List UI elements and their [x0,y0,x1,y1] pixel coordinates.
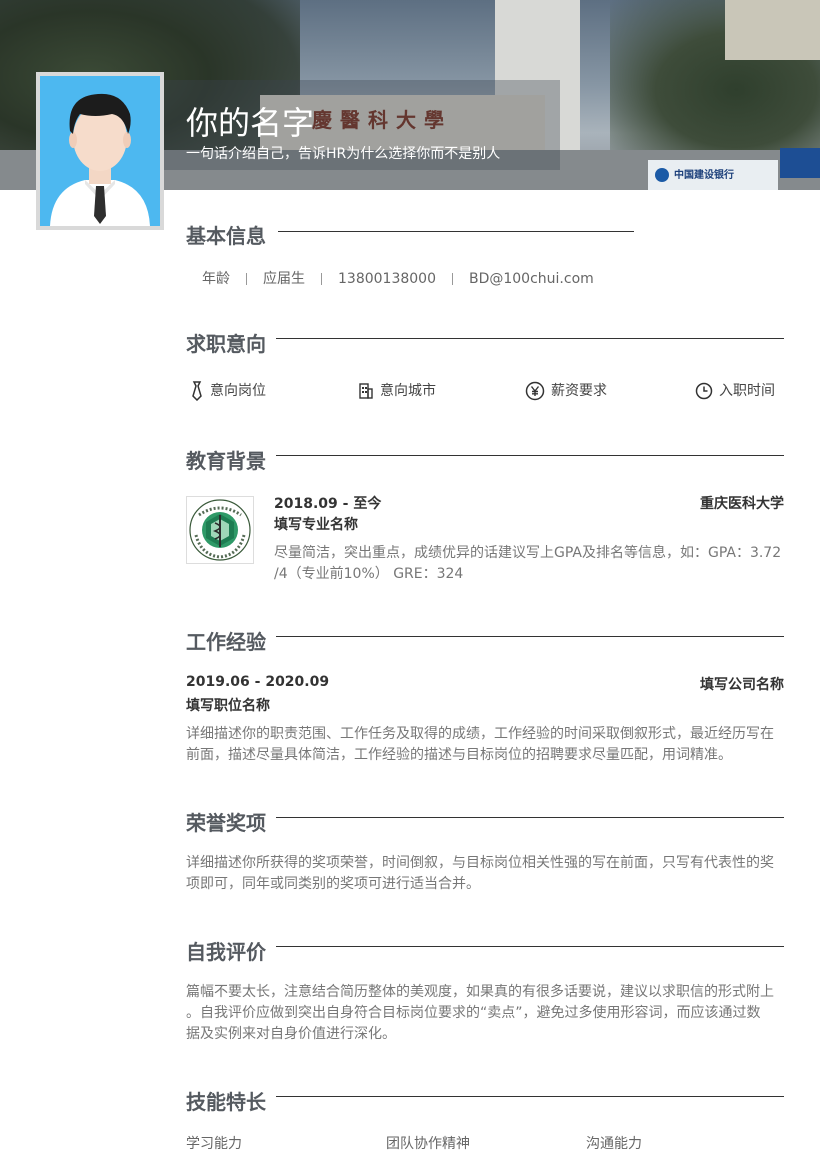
work-position: 填写职位名称 [186,698,270,714]
intent-start-label: 入职时间 [719,383,775,399]
section-divider [278,231,634,232]
divider [451,273,453,285]
edu-school: 重庆医科大学 [700,496,784,512]
section-title-self: 自我评价 [186,940,266,964]
edu-major: 填写专业名称 [274,517,358,533]
basic-info-row: 年龄 应届生 13800138000 BD@100chui.com [202,268,594,288]
tie-icon [192,381,202,402]
phone-field: 13800138000 [338,271,436,287]
section-divider [276,946,784,947]
section-title-skills: 技能特长 [186,1090,266,1114]
email-field: BD@100chui.com [468,271,594,287]
edu-period: 2018.09 - 至今 [274,496,382,512]
intent-salary-label: 薪资要求 [551,383,607,399]
intent-start: 入职时间 [695,380,775,400]
skill-item: 沟通能力 [586,1136,642,1152]
divider [321,273,322,285]
section-title-work: 工作经验 [186,630,266,654]
section-divider [276,817,784,818]
school-emblem-icon [189,499,251,561]
bank-logo-icon [655,168,669,182]
status-field: 应届生 [263,271,305,287]
edu-description-line: 尽量简洁，突出重点，成绩优异的话建议写上GPA及排名等信息，如：GPA：3.72 [274,545,782,561]
banner-bank-text: 中国建设银行 [674,170,734,181]
self-eval-line: 据及实例来对自身价值进行深化。 [186,1026,396,1042]
intent-city-label: 意向城市 [380,383,436,399]
self-eval-description: 篇幅不要太长，注意结合简历整体的美观度，如果真的有很多话要说，建议以求职信的形式… [186,982,786,1045]
clock-icon [695,382,713,400]
honors-line: 详细描述你所获得的奖项荣誉，时间倒叙，与目标岗位相关性强的写在前面，只写有代表性… [186,855,774,871]
person-avatar-icon [40,76,160,226]
section-divider [276,1096,784,1097]
skill-item: 团队协作精神 [386,1136,470,1152]
section-divider [276,636,784,637]
honors-line: 项即可，同年或同类别的奖项可进行适当合并。 [186,876,480,892]
intent-position: 意向岗位 [190,380,266,402]
work-description: 详细描述你的职责范围、工作任务及取得的成绩，工作经验的时间采取倒叙形式，最近经历… [186,724,786,766]
self-eval-line: 。自我评价应做到突出自身符合目标岗位要求的“卖点”，避免过多使用形容词，而应该通… [186,1005,761,1021]
edu-description-line: /4（专业前10%） GRE：324 [274,566,464,582]
section-title-basic: 基本信息 [186,224,266,248]
intent-salary: 薪资要求 [525,380,607,401]
intent-city: 意向城市 [358,380,436,400]
school-logo [186,496,254,564]
yen-icon [525,381,545,401]
section-title-intent: 求职意向 [186,332,266,356]
edu-description: 尽量简洁，突出重点，成绩优异的话建议写上GPA及排名等信息，如：GPA：3.72… [274,543,794,585]
work-description-line: 详细描述你的职责范围、工作任务及取得的成绩，工作经验的时间采取倒叙形式，最近经历… [186,726,774,742]
divider [246,273,247,285]
section-title-education: 教育背景 [186,449,266,473]
age-field: 年龄 [202,271,230,287]
section-title-honors: 荣誉奖项 [186,811,266,835]
candidate-name: 你的名字 [186,104,315,142]
candidate-tagline: 一句话介绍自己，告诉HR为什么选择你而不是别人 [186,146,501,162]
banner-sign-right [780,148,820,178]
banner-building-right [725,0,820,60]
building-icon [359,383,373,399]
skill-item: 学习能力 [186,1136,242,1152]
honors-description: 详细描述你所获得的奖项荣誉，时间倒叙，与目标岗位相关性强的写在前面，只写有代表性… [186,853,786,895]
intent-position-label: 意向岗位 [210,383,266,399]
work-description-line: 前面，描述尽量具体简洁，工作经验的描述与目标岗位的招聘要求尽量匹配，用词精准。 [186,747,732,763]
section-divider [276,455,784,456]
self-eval-line: 篇幅不要太长，注意结合简历整体的美观度，如果真的有很多话要说，建议以求职信的形式… [186,984,774,1000]
work-company: 填写公司名称 [700,677,784,693]
work-period: 2019.06 - 2020.09 [186,674,330,690]
avatar-image [40,76,160,226]
avatar [36,72,164,230]
section-divider [276,338,784,339]
